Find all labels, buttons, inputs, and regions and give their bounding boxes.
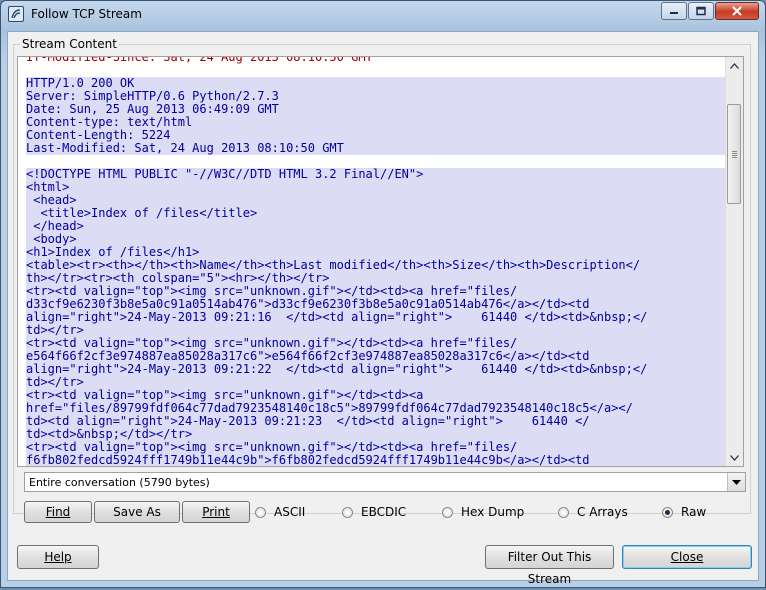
response-line: </head> [26, 220, 726, 233]
print-button[interactable]: Print [182, 501, 250, 523]
conversation-select[interactable]: Entire conversation (5790 bytes) [24, 472, 746, 492]
response-line: <title>Index of /files</title> [26, 207, 726, 220]
radio-ascii-label: ASCII [274, 505, 306, 519]
scroll-thumb[interactable] [727, 104, 741, 204]
close-window-button[interactable] [715, 2, 759, 20]
radio-raw-circle [662, 506, 673, 518]
vertical-scrollbar[interactable] [725, 57, 743, 466]
response-line: align="right">24-May-2013 09:21:22 </td>… [26, 363, 726, 376]
conversation-select-value: Entire conversation (5790 bytes) [29, 476, 210, 489]
radio-ebcdic-circle [342, 506, 353, 518]
minimize-button[interactable] [661, 2, 687, 20]
minimize-icon [670, 12, 678, 14]
select-dropdown-button[interactable] [727, 473, 745, 491]
response-line: <html> [26, 181, 726, 194]
radio-hex-dump[interactable]: Hex Dump [442, 505, 524, 519]
filter-out-stream-button[interactable]: Filter Out This Stream [485, 545, 614, 586]
help-button[interactable]: Help [17, 545, 99, 569]
radio-hex-dump-label: Hex Dump [461, 505, 525, 519]
save-as-button[interactable]: Save As [94, 501, 180, 523]
scroll-up-arrow[interactable] [726, 57, 743, 74]
window-title: Follow TCP Stream [31, 7, 142, 21]
window-controls [660, 2, 759, 20]
response-line: f6fb802fedcd5924fff1749b11e44c9b">f6fb80… [26, 454, 726, 466]
chevron-down-icon [730, 454, 739, 461]
wireshark-app-icon [8, 6, 24, 22]
response-line: <!DOCTYPE HTML PUBLIC "-//W3C//DTD HTML … [26, 168, 726, 181]
stream-text-view[interactable]: If-Modified-Since: Sat, 24 Aug 2013 08:1… [17, 56, 744, 467]
radio-c-arrays-circle [558, 506, 569, 518]
maximize-icon [696, 6, 706, 16]
close-button[interactable]: Close [622, 545, 752, 569]
help-button-label: Help [44, 550, 72, 564]
chevron-up-icon [730, 62, 739, 69]
radio-hex-dump-circle [442, 506, 453, 518]
close-icon [732, 6, 742, 16]
scroll-down-arrow[interactable] [726, 449, 743, 466]
radio-c-arrays-label: C Arrays [577, 505, 628, 519]
scroll-grip-icon [732, 151, 737, 159]
radio-ebcdic[interactable]: EBCDIC [342, 505, 406, 519]
filter-out-stream-button-label: Filter Out This Stream [507, 550, 592, 586]
request-line: If-Modified-Since: Sat, 24 Aug 2013 08:1… [26, 57, 726, 64]
response-line: Last-Modified: Sat, 24 Aug 2013 08:10:50… [26, 142, 726, 155]
dropdown-arrow-icon [732, 479, 741, 485]
close-button-label: Close [670, 550, 704, 564]
title-bar[interactable]: Follow TCP Stream [1, 1, 765, 27]
stream-content-label: Stream Content [20, 37, 119, 51]
radio-ascii-circle [255, 506, 266, 518]
find-button-label: Find [45, 505, 71, 519]
find-button[interactable]: Find [24, 501, 92, 523]
print-button-label: Print [202, 505, 230, 519]
follow-tcp-stream-window: Follow TCP Stream Stream Content If-Modi… [0, 0, 766, 588]
radio-ebcdic-label: EBCDIC [361, 505, 407, 519]
stream-text: If-Modified-Since: Sat, 24 Aug 2013 08:1… [26, 57, 726, 466]
radio-c-arrays[interactable]: C Arrays [558, 505, 628, 519]
radio-ascii[interactable]: ASCII [255, 505, 305, 519]
radio-raw-label: Raw [681, 505, 707, 519]
radio-raw[interactable]: Raw [662, 505, 706, 519]
response-line: align="right">24-May-2013 09:21:16 </td>… [26, 311, 726, 324]
dialog-client-area: Stream Content If-Modified-Since: Sat, 2… [7, 31, 759, 586]
maximize-button[interactable] [688, 2, 714, 20]
save-as-button-label: Save As [113, 505, 161, 519]
